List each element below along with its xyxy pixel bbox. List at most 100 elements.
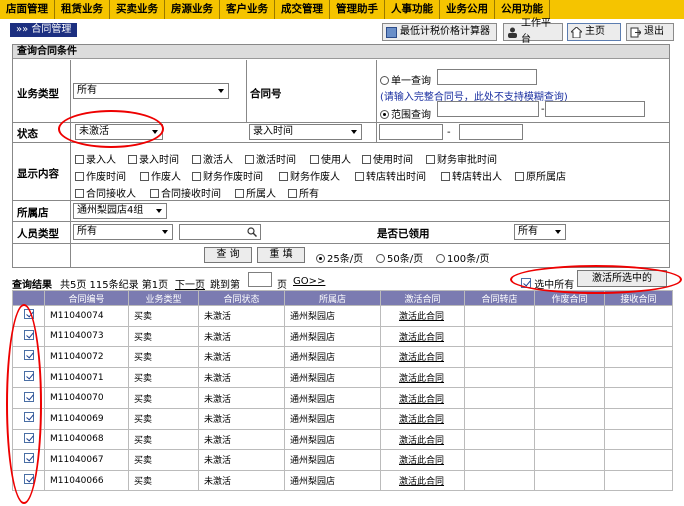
activate-link[interactable]: 激活此合同: [380, 325, 465, 348]
reset-button[interactable]: 重 填: [257, 247, 305, 263]
receive-cell: [604, 346, 673, 368]
store-select[interactable]: 通州梨园店4组: [73, 203, 167, 219]
person-search-input[interactable]: [179, 224, 261, 240]
search-button[interactable]: 查 询: [204, 247, 252, 263]
display-option[interactable]: 激活人: [192, 151, 233, 166]
display-option[interactable]: 财务作废人: [279, 168, 340, 183]
biz-type-label: 业务类型: [17, 88, 59, 100]
go-link[interactable]: GO>>: [293, 276, 325, 287]
nav-item[interactable]: 成交管理: [275, 0, 330, 19]
display-option[interactable]: 转店转出人: [441, 168, 502, 183]
contract-no: M11040073: [44, 325, 129, 348]
tax-calculator-button[interactable]: 最低计税价格计算器: [382, 23, 497, 41]
search-icon[interactable]: [247, 227, 257, 237]
table-row: M11040070 买卖 未激活 通州梨园店 激活此合同: [12, 387, 673, 409]
col-header-select: [12, 290, 45, 306]
jump-page-input[interactable]: [248, 272, 272, 287]
exit-icon: [630, 27, 642, 38]
biz-type: 买卖: [128, 346, 199, 368]
display-option-label: 使用人: [321, 155, 351, 166]
nav-item[interactable]: 客户业务: [220, 0, 275, 19]
display-option[interactable]: 原所属店: [515, 168, 566, 183]
void-cell: [534, 346, 605, 368]
receive-cell: [604, 325, 673, 348]
home-button[interactable]: 主页: [567, 23, 621, 41]
activate-link[interactable]: 激活此合同: [380, 305, 465, 327]
person-type-label: 人员类型: [17, 228, 59, 240]
display-option[interactable]: 作废人: [140, 168, 181, 183]
display-option[interactable]: 激活时间: [245, 151, 296, 166]
biz-type: 买卖: [128, 407, 199, 430]
display-option[interactable]: 作废时间: [75, 168, 126, 183]
date-start-input[interactable]: [379, 124, 443, 140]
grid-line: [13, 221, 669, 222]
person-type-value: 所有: [77, 226, 97, 237]
display-option[interactable]: 录入时间: [128, 151, 179, 166]
chevron-down-icon: [351, 130, 357, 134]
activate-link[interactable]: 激活此合同: [380, 407, 465, 430]
nav-item[interactable]: 店面管理: [0, 0, 55, 19]
single-contract-input[interactable]: [437, 69, 537, 85]
display-option[interactable]: 财务审批时间: [426, 151, 497, 166]
single-query-label: 单一查询: [391, 76, 431, 87]
display-option[interactable]: 合同接收人: [75, 185, 136, 200]
receive-cell: [604, 469, 673, 492]
nav-item[interactable]: 买卖业务: [110, 0, 165, 19]
activate-link[interactable]: 激活此合同: [380, 366, 465, 389]
store: 通州梨园店: [284, 387, 381, 409]
page-size-25[interactable]: 25条/页: [316, 250, 363, 265]
checkbox-icon: [441, 172, 450, 181]
nav-item[interactable]: 人事功能: [385, 0, 440, 19]
page-size-50[interactable]: 50条/页: [376, 250, 423, 265]
biz-type-select[interactable]: 所有: [73, 83, 229, 99]
collected-select[interactable]: 所有: [514, 224, 566, 240]
receive-cell: [604, 449, 673, 471]
single-query-radio[interactable]: 单一查询: [380, 72, 431, 87]
display-option[interactable]: 使用人: [310, 151, 351, 166]
chevron-down-icon: [156, 209, 162, 213]
range-query-radio[interactable]: 范围查询: [380, 106, 431, 121]
range-start-input[interactable]: [437, 101, 539, 117]
display-option[interactable]: 所有: [288, 185, 319, 200]
nav-item[interactable]: 租赁业务: [55, 0, 110, 19]
workbench-button[interactable]: 工作平台: [503, 18, 563, 45]
display-option-label: 使用时间: [373, 155, 413, 166]
display-option[interactable]: 使用时间: [362, 151, 413, 166]
transfer-cell: [464, 449, 535, 471]
person-type-select[interactable]: 所有: [73, 224, 173, 240]
table-row: M11040069 买卖 未激活 通州梨园店 激活此合同: [12, 407, 673, 430]
contract-status: 未激活: [198, 366, 285, 389]
activate-link[interactable]: 激活此合同: [380, 346, 465, 368]
activate-link[interactable]: 激活此合同: [380, 387, 465, 409]
display-option[interactable]: 合同接收时间: [150, 185, 221, 200]
range-end-input[interactable]: [545, 101, 645, 117]
nav-item[interactable]: 房源业务: [165, 0, 220, 19]
checkbox-icon: [128, 155, 137, 164]
contract-no: M11040071: [44, 366, 129, 389]
checkbox-icon: [235, 189, 244, 198]
page-size-100[interactable]: 100条/页: [436, 250, 489, 265]
exit-button[interactable]: 退出: [626, 23, 674, 41]
date-end-input[interactable]: [459, 124, 523, 140]
display-option-label: 所有: [299, 189, 319, 200]
display-option[interactable]: 录入人: [75, 151, 116, 166]
display-option[interactable]: 转店转出时间: [355, 168, 426, 183]
display-option[interactable]: 财务作废时间: [192, 168, 263, 183]
annotation-oval-activate: [510, 265, 682, 294]
time-field-select[interactable]: 录入时间: [249, 124, 362, 140]
checkbox-icon: [362, 155, 371, 164]
store-label: 所属店: [17, 207, 49, 219]
activate-link[interactable]: 激活此合同: [380, 469, 465, 492]
void-cell: [534, 449, 605, 471]
next-page-link[interactable]: 下一页: [175, 276, 205, 291]
activate-link[interactable]: 激活此合同: [380, 449, 465, 471]
activate-link[interactable]: 激活此合同: [380, 428, 465, 451]
table-row: M11040073 买卖 未激活 通州梨园店 激活此合同: [12, 325, 673, 348]
display-option-label: 作废人: [151, 172, 181, 183]
nav-item[interactable]: 管理助手: [330, 0, 385, 19]
display-option[interactable]: 所属人: [235, 185, 276, 200]
contract-status: 未激活: [198, 428, 285, 451]
biz-type: 买卖: [128, 387, 199, 409]
col-header-store: 所属店: [284, 290, 381, 306]
nav-item[interactable]: 业务公用: [440, 0, 495, 19]
